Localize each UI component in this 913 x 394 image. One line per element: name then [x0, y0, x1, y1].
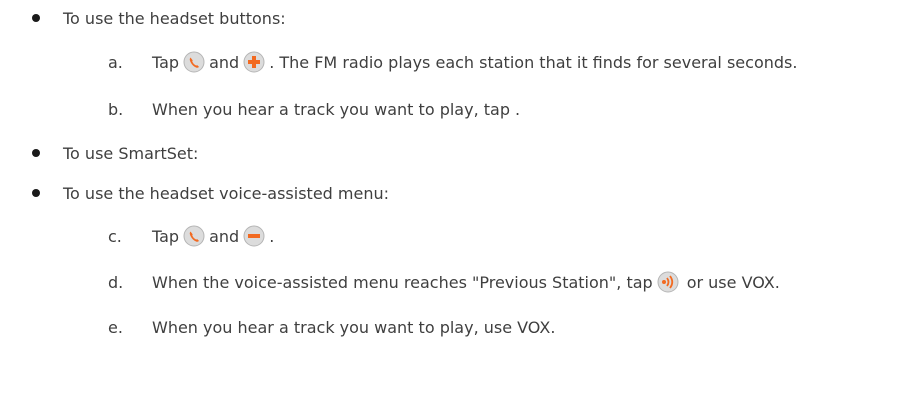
- step-text-post: .: [269, 226, 275, 246]
- step-marker: a.: [108, 52, 123, 72]
- bullet-text: To use SmartSet:: [63, 143, 199, 163]
- bullet-text: To use the headset voice-assisted menu:: [63, 183, 389, 203]
- voice-button-icon: [657, 271, 679, 293]
- bullet-dot: [32, 189, 40, 197]
- step-marker: c.: [108, 226, 122, 246]
- step-marker: e.: [108, 317, 123, 337]
- step-marker: b.: [108, 99, 124, 119]
- step-marker: d.: [108, 272, 124, 292]
- step-text-mid: and: [209, 52, 240, 72]
- call-button-icon: [183, 51, 205, 73]
- bullet-dot: [32, 149, 40, 157]
- step-text: When you hear a track you want to play, …: [152, 317, 556, 337]
- step-text-pre: Tap: [152, 52, 180, 72]
- step-text: Tap and . The FM radio plays each statio…: [152, 51, 797, 73]
- volume-up-plus-icon: [243, 51, 265, 73]
- step-text-pre: When the voice-assisted menu reaches "Pr…: [152, 272, 653, 292]
- step-text-pre: Tap: [152, 226, 180, 246]
- bullet-dot: [32, 14, 40, 22]
- volume-down-minus-icon: [243, 225, 265, 247]
- step-text-mid: and: [209, 226, 240, 246]
- step-text-post: or use VOX.: [686, 272, 780, 292]
- call-button-icon: [183, 225, 205, 247]
- step-text: When the voice-assisted menu reaches "Pr…: [152, 271, 780, 293]
- step-text: Tap and .: [152, 225, 274, 247]
- step-text-post: . The FM radio plays each station that i…: [269, 52, 798, 72]
- step-text: When you hear a track you want to play, …: [152, 99, 521, 119]
- bullet-text: To use the headset buttons:: [63, 8, 286, 28]
